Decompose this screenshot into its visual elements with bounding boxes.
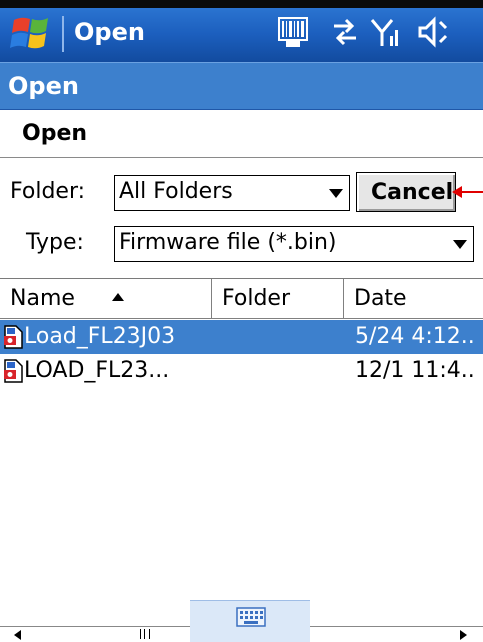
type-dropdown[interactable]: Firmware file (*.bin) — [114, 226, 474, 262]
column-header-date[interactable]: Date — [344, 279, 483, 318]
type-dropdown-value: Firmware file (*.bin) — [119, 230, 337, 255]
window-title: Open — [74, 18, 145, 46]
file-date: 5/24 4:12.. — [355, 324, 475, 349]
barcode-icon[interactable] — [278, 14, 308, 50]
file-list[interactable]: Name Folder Date Load_FL23J03 5/24 4:12.… — [0, 278, 483, 642]
file-name: Load_FL23J03 — [24, 324, 176, 349]
column-header-label: Date — [354, 286, 407, 311]
file-name: LOAD_FL23... — [24, 358, 170, 383]
folder-dropdown-value: All Folders — [119, 179, 233, 204]
folder-label: Folder: — [10, 179, 86, 204]
firmware-file-icon — [4, 325, 23, 349]
type-label: Type: — [26, 230, 84, 255]
scroll-left-icon[interactable] — [14, 630, 21, 640]
volume-icon[interactable] — [416, 14, 450, 50]
title-bar: Open — [0, 0, 483, 62]
scroll-thumb[interactable] — [140, 629, 150, 639]
dialog-subheader-text: Open — [22, 121, 88, 146]
file-date: 12/1 11:4.. — [355, 358, 475, 383]
column-header-label: Folder — [222, 286, 290, 311]
sort-ascending-icon — [112, 293, 124, 301]
list-header: Name Folder Date — [0, 279, 483, 319]
column-header-name[interactable]: Name — [0, 279, 212, 318]
folder-dropdown[interactable]: All Folders — [114, 175, 350, 211]
dialog-caption-text: Open — [8, 72, 79, 100]
chevron-down-icon[interactable] — [329, 189, 343, 198]
red-arrow-annotation — [452, 186, 483, 198]
column-header-folder[interactable]: Folder — [212, 279, 344, 318]
dialog-subheader: Open — [0, 110, 483, 158]
input-panel-button[interactable] — [190, 600, 310, 642]
keyboard-icon — [236, 607, 266, 627]
list-item[interactable]: LOAD_FL23... 12/1 11:4.. — [0, 354, 483, 388]
windows-start-icon[interactable] — [10, 14, 56, 54]
column-header-label: Name — [10, 286, 75, 311]
firmware-file-icon — [4, 359, 23, 383]
cancel-button-label: Cancel — [371, 180, 454, 205]
chevron-down-icon[interactable] — [453, 240, 467, 249]
cancel-button[interactable]: Cancel — [356, 172, 456, 212]
scroll-right-icon[interactable] — [460, 630, 467, 640]
connectivity-icon[interactable] — [330, 14, 360, 50]
title-separator — [62, 16, 64, 52]
dialog-caption: Open — [0, 62, 483, 110]
signal-icon[interactable] — [370, 14, 400, 50]
list-item[interactable]: Load_FL23J03 5/24 4:12.. — [0, 320, 483, 354]
top-strip — [0, 0, 483, 8]
